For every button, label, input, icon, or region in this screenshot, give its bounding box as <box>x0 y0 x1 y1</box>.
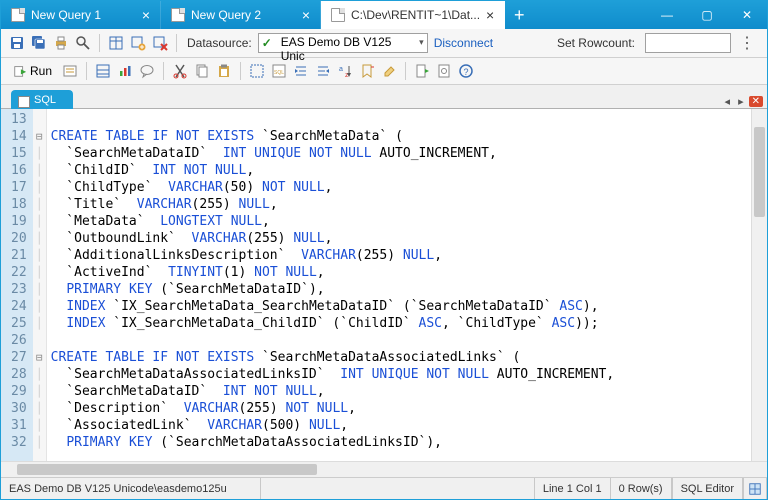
new-table-icon[interactable] <box>128 33 148 53</box>
indent-icon[interactable] <box>291 61 311 81</box>
editor-tab-sql[interactable]: SQL <box>11 90 73 109</box>
sort-az-icon[interactable]: az <box>335 61 355 81</box>
close-editor-icon[interactable]: ✕ <box>749 96 763 107</box>
maximize-button[interactable]: ▢ <box>687 1 727 29</box>
status-rowcount: 0 Row(s) <box>610 478 672 499</box>
tab-label: New Query 1 <box>31 8 101 22</box>
comment-icon[interactable] <box>137 61 157 81</box>
help-icon[interactable]: ? <box>456 61 476 81</box>
outdent-icon[interactable] <box>313 61 333 81</box>
tab-close-icon[interactable]: × <box>486 8 494 22</box>
drop-table-icon[interactable] <box>150 33 170 53</box>
save-icon[interactable] <box>7 33 27 53</box>
tab-query-2[interactable]: New Query 2 × <box>161 1 321 29</box>
svg-text:?: ? <box>464 67 469 77</box>
bookmark-icon[interactable] <box>357 61 377 81</box>
run-button[interactable]: Run <box>7 62 58 80</box>
doc-icon <box>331 8 345 22</box>
window-controls: — ▢ ✕ <box>647 1 767 29</box>
status-mode: SQL Editor <box>672 478 743 499</box>
settings-icon[interactable] <box>434 61 454 81</box>
horizontal-scrollbar[interactable] <box>1 461 767 477</box>
vertical-scrollbar[interactable] <box>751 109 767 461</box>
print-icon[interactable] <box>51 33 71 53</box>
results-grid-icon[interactable] <box>93 61 113 81</box>
clear-icon[interactable] <box>379 61 399 81</box>
tab-label: New Query 2 <box>191 8 261 22</box>
separator <box>405 62 406 80</box>
select-all-icon[interactable] <box>247 61 267 81</box>
paste-icon[interactable] <box>214 61 234 81</box>
doc-icon <box>11 8 25 22</box>
separator <box>99 34 100 52</box>
export-icon[interactable] <box>412 61 432 81</box>
datasource-label: Datasource: <box>187 36 252 50</box>
sql-icon[interactable]: SQL <box>269 61 289 81</box>
tables-icon[interactable] <box>106 33 126 53</box>
tab-query-1[interactable]: New Query 1 × <box>1 1 161 29</box>
scroll-left-icon[interactable]: ◂ <box>722 95 734 108</box>
titlebar: New Query 1 × New Query 2 × C:\Dev\RENTI… <box>1 1 767 29</box>
code-editor[interactable]: 1314151617181920212223242526272829303132… <box>1 109 767 461</box>
disconnect-link[interactable]: Disconnect <box>434 36 493 50</box>
toolbar-main: Datasource: ✓ EAS Demo DB V125 Unic ▾ Di… <box>1 29 767 58</box>
new-tab-button[interactable]: + <box>505 1 533 29</box>
rowcount-label: Set Rowcount: <box>557 36 635 50</box>
scroll-thumb[interactable] <box>754 127 765 217</box>
cut-icon[interactable] <box>170 61 190 81</box>
editor-tab-strip: SQL ◂ ▸ ✕ <box>1 85 767 109</box>
status-position: Line 1 Col 1 <box>534 478 610 499</box>
scroll-right-icon[interactable]: ▸ <box>735 95 747 108</box>
copy-icon[interactable] <box>192 61 212 81</box>
svg-text:a: a <box>339 66 343 73</box>
code-content[interactable]: CREATE TABLE IF NOT EXISTS `SearchMetaDa… <box>47 109 751 461</box>
separator <box>86 62 87 80</box>
toolbar-actions: Run SQL az ? <box>1 58 767 85</box>
chart-icon[interactable] <box>115 61 135 81</box>
fold-gutter[interactable]: ⊟│││││││││││⊟│││││ <box>33 109 47 461</box>
tab-close-icon[interactable]: × <box>142 8 150 22</box>
editor-pane: SQL ◂ ▸ ✕ 131415161718192021222324252627… <box>1 85 767 477</box>
status-datasource: EAS Demo DB V125 Unicode\easdemo125u <box>1 478 261 499</box>
search-icon[interactable] <box>73 33 93 53</box>
datasource-select[interactable]: ✓ EAS Demo DB V125 Unic ▾ <box>258 33 428 53</box>
tab-label: C:\Dev\RENTIT~1\Dat... <box>351 8 480 22</box>
chevron-down-icon: ▾ <box>419 37 424 48</box>
separator <box>176 34 177 52</box>
separator <box>240 62 241 80</box>
status-bar: EAS Demo DB V125 Unicode\easdemo125u Lin… <box>1 477 767 499</box>
explain-icon[interactable] <box>60 61 80 81</box>
tab-file[interactable]: C:\Dev\RENTIT~1\Dat... × <box>321 1 505 29</box>
separator <box>163 62 164 80</box>
save-all-icon[interactable] <box>29 33 49 53</box>
close-button[interactable]: ✕ <box>727 1 767 29</box>
status-grid-icon[interactable] <box>743 478 767 499</box>
line-gutter: 1314151617181920212223242526272829303132 <box>1 109 33 461</box>
svg-text:SQL: SQL <box>274 70 284 76</box>
overflow-menu-icon[interactable]: ⋮ <box>733 33 761 53</box>
check-icon: ✓ <box>262 36 272 50</box>
tab-strip: New Query 1 × New Query 2 × C:\Dev\RENTI… <box>1 1 647 29</box>
tab-close-icon[interactable]: × <box>302 8 310 22</box>
minimize-button[interactable]: — <box>647 1 687 29</box>
rowcount-input[interactable] <box>645 33 731 53</box>
run-label: Run <box>30 64 52 78</box>
editor-tab-controls: ◂ ▸ ✕ <box>722 95 767 108</box>
scroll-thumb[interactable] <box>17 464 317 475</box>
doc-icon <box>171 8 185 22</box>
